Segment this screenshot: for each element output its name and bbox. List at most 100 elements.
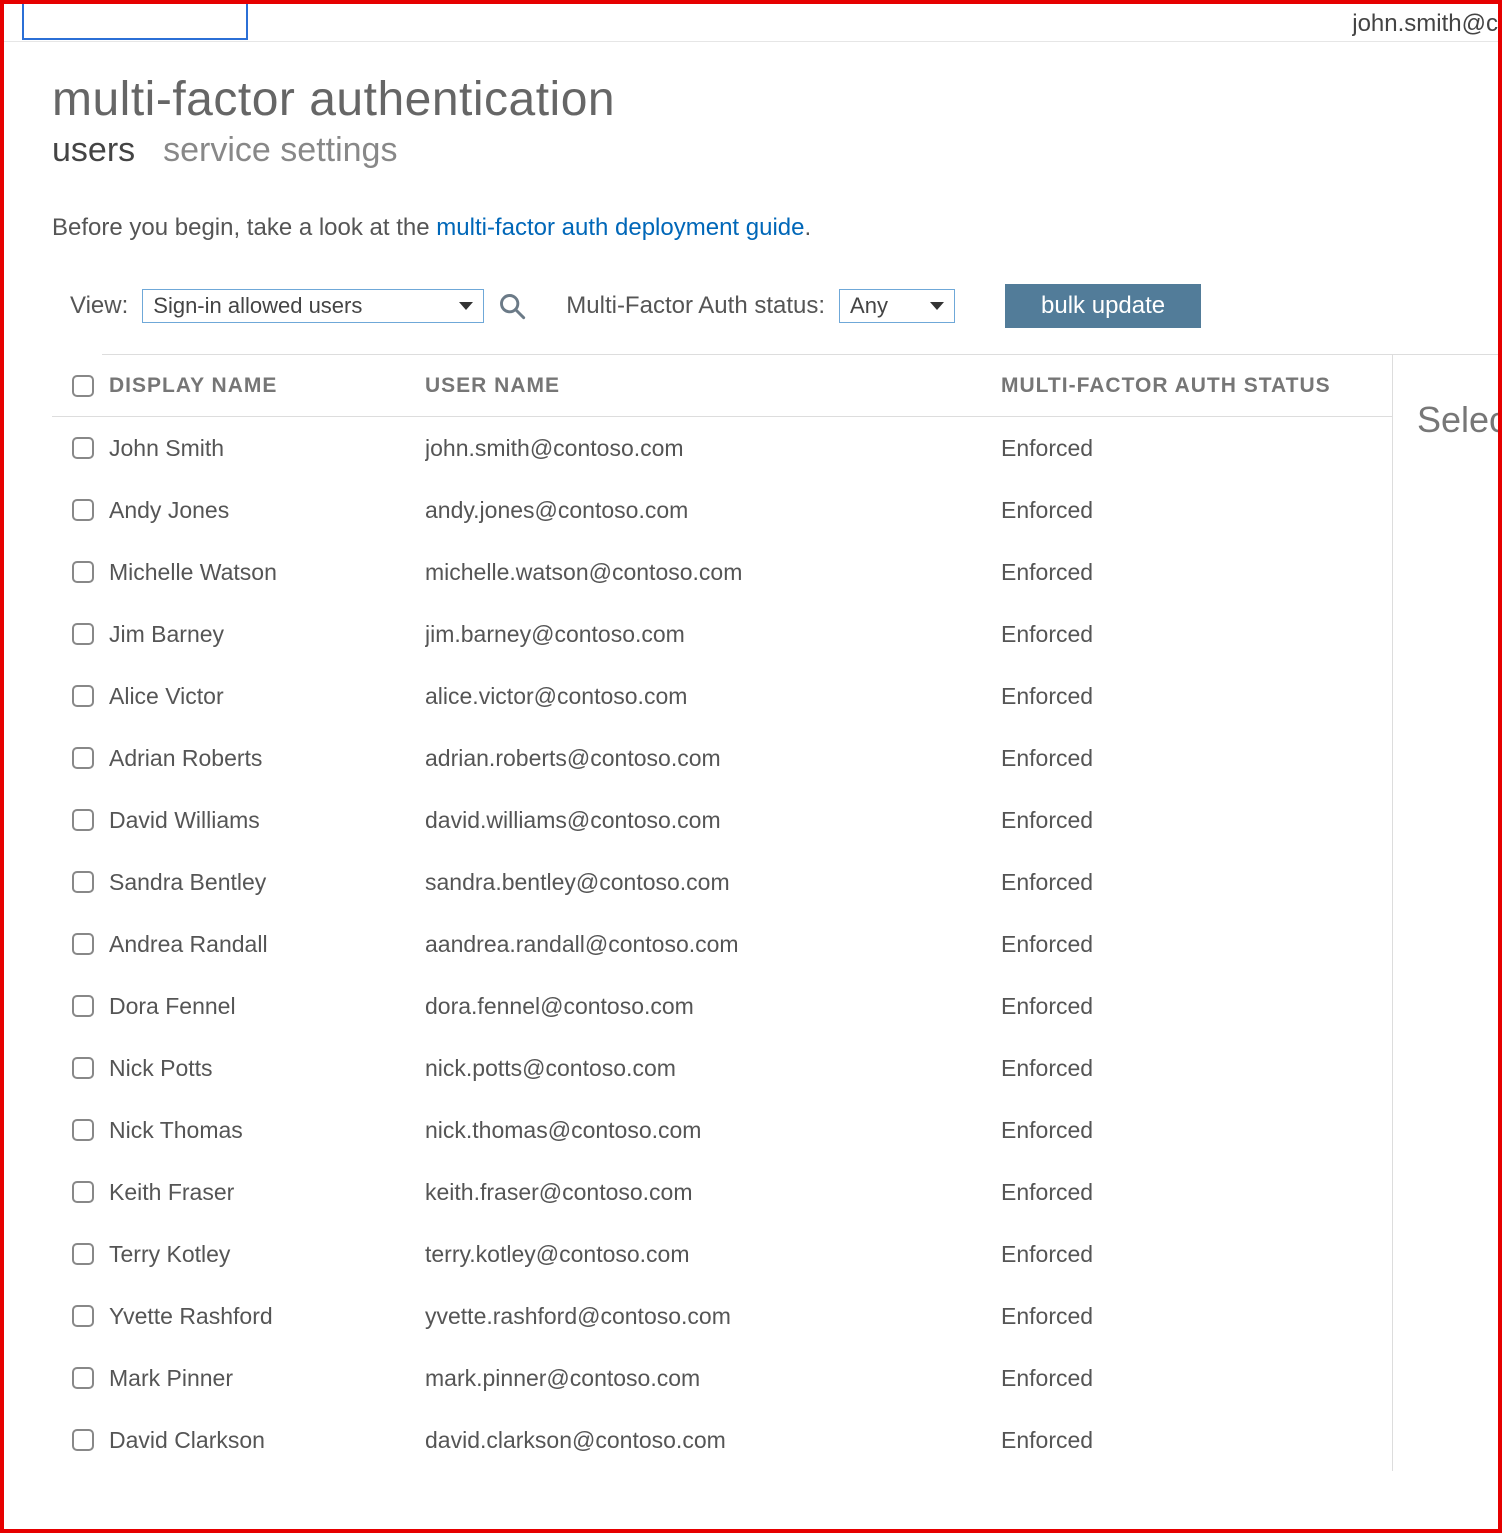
table-header: DISPLAY NAME USER NAME MULTI-FACTOR AUTH… bbox=[52, 355, 1392, 417]
cell-status: Enforced bbox=[1001, 993, 1392, 1020]
intro-prefix: Before you begin, take a look at the bbox=[52, 214, 436, 241]
cell-status: Enforced bbox=[1001, 1427, 1392, 1454]
users-table: DISPLAY NAME USER NAME MULTI-FACTOR AUTH… bbox=[102, 355, 1392, 1471]
row-checkbox[interactable] bbox=[72, 685, 94, 707]
cell-user-name: terry.kotley@contoso.com bbox=[425, 1241, 1001, 1268]
row-checkbox[interactable] bbox=[72, 1119, 94, 1141]
view-select[interactable]: Sign-in allowed users bbox=[142, 289, 484, 323]
row-checkbox[interactable] bbox=[72, 1367, 94, 1389]
table-row[interactable]: Yvette Rashfordyvette.rashford@contoso.c… bbox=[52, 1285, 1392, 1347]
cell-status: Enforced bbox=[1001, 559, 1392, 586]
cell-user-name: nick.potts@contoso.com bbox=[425, 1055, 1001, 1082]
cell-status: Enforced bbox=[1001, 497, 1392, 524]
side-panel-heading: Select bbox=[1417, 399, 1498, 440]
cell-display-name: Mark Pinner bbox=[109, 1365, 425, 1392]
mfa-status-label: Multi-Factor Auth status: bbox=[566, 292, 825, 320]
cell-display-name: Nick Potts bbox=[109, 1055, 425, 1082]
view-label: View: bbox=[70, 292, 128, 320]
cell-status: Enforced bbox=[1001, 683, 1392, 710]
table-row[interactable]: Alice Victoralice.victor@contoso.comEnfo… bbox=[52, 665, 1392, 727]
current-user-email: john.smith@c bbox=[1352, 10, 1498, 38]
search-icon[interactable] bbox=[498, 292, 526, 320]
row-checkbox[interactable] bbox=[72, 437, 94, 459]
column-header-user-name[interactable]: USER NAME bbox=[425, 374, 1001, 398]
table-row[interactable]: Mark Pinnermark.pinner@contoso.comEnforc… bbox=[52, 1347, 1392, 1409]
cell-user-name: nick.thomas@contoso.com bbox=[425, 1117, 1001, 1144]
table-row[interactable]: David Clarksondavid.clarkson@contoso.com… bbox=[52, 1409, 1392, 1471]
row-checkbox[interactable] bbox=[72, 1429, 94, 1451]
page-title: multi-factor authentication bbox=[52, 72, 1498, 127]
row-checkbox[interactable] bbox=[72, 1243, 94, 1265]
table-row[interactable]: Andy Jonesandy.jones@contoso.comEnforced bbox=[52, 479, 1392, 541]
column-header-display-name[interactable]: DISPLAY NAME bbox=[109, 374, 425, 398]
cell-user-name: alice.victor@contoso.com bbox=[425, 683, 1001, 710]
cell-user-name: michelle.watson@contoso.com bbox=[425, 559, 1001, 586]
tab-service-settings[interactable]: service settings bbox=[163, 131, 397, 170]
table-row[interactable]: Andrea Randallaandrea.randall@contoso.co… bbox=[52, 913, 1392, 975]
cell-user-name: david.williams@contoso.com bbox=[425, 807, 1001, 834]
intro-text: Before you begin, take a look at the mul… bbox=[52, 214, 1498, 242]
table-row[interactable]: Sandra Bentleysandra.bentley@contoso.com… bbox=[52, 851, 1392, 913]
table-row[interactable]: Nick Thomasnick.thomas@contoso.comEnforc… bbox=[52, 1099, 1392, 1161]
cell-display-name: Andy Jones bbox=[109, 497, 425, 524]
cell-display-name: Dora Fennel bbox=[109, 993, 425, 1020]
row-checkbox[interactable] bbox=[72, 499, 94, 521]
cell-user-name: adrian.roberts@contoso.com bbox=[425, 745, 1001, 772]
deployment-guide-link[interactable]: multi-factor auth deployment guide bbox=[436, 214, 804, 241]
table-row[interactable]: Jim Barneyjim.barney@contoso.comEnforced bbox=[52, 603, 1392, 665]
cell-user-name: dora.fennel@contoso.com bbox=[425, 993, 1001, 1020]
table-row[interactable]: Nick Pottsnick.potts@contoso.comEnforced bbox=[52, 1037, 1392, 1099]
cell-status: Enforced bbox=[1001, 1117, 1392, 1144]
intro-suffix: . bbox=[804, 214, 811, 241]
row-checkbox[interactable] bbox=[72, 1057, 94, 1079]
cell-user-name: yvette.rashford@contoso.com bbox=[425, 1303, 1001, 1330]
cell-user-name: john.smith@contoso.com bbox=[425, 435, 1001, 462]
table-row[interactable]: Keith Fraserkeith.fraser@contoso.comEnfo… bbox=[52, 1161, 1392, 1223]
row-checkbox[interactable] bbox=[72, 871, 94, 893]
row-checkbox[interactable] bbox=[72, 995, 94, 1017]
row-checkbox[interactable] bbox=[72, 561, 94, 583]
cell-display-name: David Williams bbox=[109, 807, 425, 834]
cell-display-name: Adrian Roberts bbox=[109, 745, 425, 772]
cell-user-name: sandra.bentley@contoso.com bbox=[425, 869, 1001, 896]
select-all-checkbox[interactable] bbox=[72, 375, 94, 397]
cell-status: Enforced bbox=[1001, 869, 1392, 896]
row-checkbox[interactable] bbox=[72, 623, 94, 645]
row-checkbox[interactable] bbox=[72, 747, 94, 769]
cell-user-name: mark.pinner@contoso.com bbox=[425, 1365, 1001, 1392]
cell-display-name: John Smith bbox=[109, 435, 425, 462]
row-checkbox[interactable] bbox=[72, 1181, 94, 1203]
tab-users[interactable]: users bbox=[52, 131, 135, 170]
cell-status: Enforced bbox=[1001, 621, 1392, 648]
row-checkbox[interactable] bbox=[72, 809, 94, 831]
blank-tab[interactable] bbox=[22, 4, 248, 40]
column-header-status[interactable]: MULTI-FACTOR AUTH STATUS bbox=[1001, 373, 1392, 398]
table-row[interactable]: Adrian Robertsadrian.roberts@contoso.com… bbox=[52, 727, 1392, 789]
cell-status: Enforced bbox=[1001, 1055, 1392, 1082]
cell-display-name: Sandra Bentley bbox=[109, 869, 425, 896]
table-row[interactable]: John Smithjohn.smith@contoso.comEnforced bbox=[52, 417, 1392, 479]
cell-display-name: Terry Kotley bbox=[109, 1241, 425, 1268]
cell-status: Enforced bbox=[1001, 745, 1392, 772]
cell-user-name: aandrea.randall@contoso.com bbox=[425, 931, 1001, 958]
tabs: users service settings bbox=[52, 131, 1498, 170]
cell-status: Enforced bbox=[1001, 931, 1392, 958]
cell-display-name: Andrea Randall bbox=[109, 931, 425, 958]
cell-status: Enforced bbox=[1001, 1241, 1392, 1268]
cell-status: Enforced bbox=[1001, 1303, 1392, 1330]
mfa-status-select[interactable]: Any bbox=[839, 289, 955, 323]
chevron-down-icon bbox=[459, 302, 473, 310]
table-row[interactable]: Dora Fenneldora.fennel@contoso.comEnforc… bbox=[52, 975, 1392, 1037]
table-row[interactable]: Michelle Watsonmichelle.watson@contoso.c… bbox=[52, 541, 1392, 603]
table-row[interactable]: David Williamsdavid.williams@contoso.com… bbox=[52, 789, 1392, 851]
cell-status: Enforced bbox=[1001, 1365, 1392, 1392]
filter-row: View: Sign-in allowed users Multi-Factor… bbox=[52, 284, 1498, 328]
mfa-status-select-value: Any bbox=[850, 293, 888, 319]
bulk-update-button[interactable]: bulk update bbox=[1005, 284, 1201, 328]
cell-display-name: Keith Fraser bbox=[109, 1179, 425, 1206]
row-checkbox[interactable] bbox=[72, 933, 94, 955]
side-panel: Select bbox=[1392, 355, 1498, 1471]
table-row[interactable]: Terry Kotleyterry.kotley@contoso.comEnfo… bbox=[52, 1223, 1392, 1285]
row-checkbox[interactable] bbox=[72, 1305, 94, 1327]
cell-status: Enforced bbox=[1001, 435, 1392, 462]
